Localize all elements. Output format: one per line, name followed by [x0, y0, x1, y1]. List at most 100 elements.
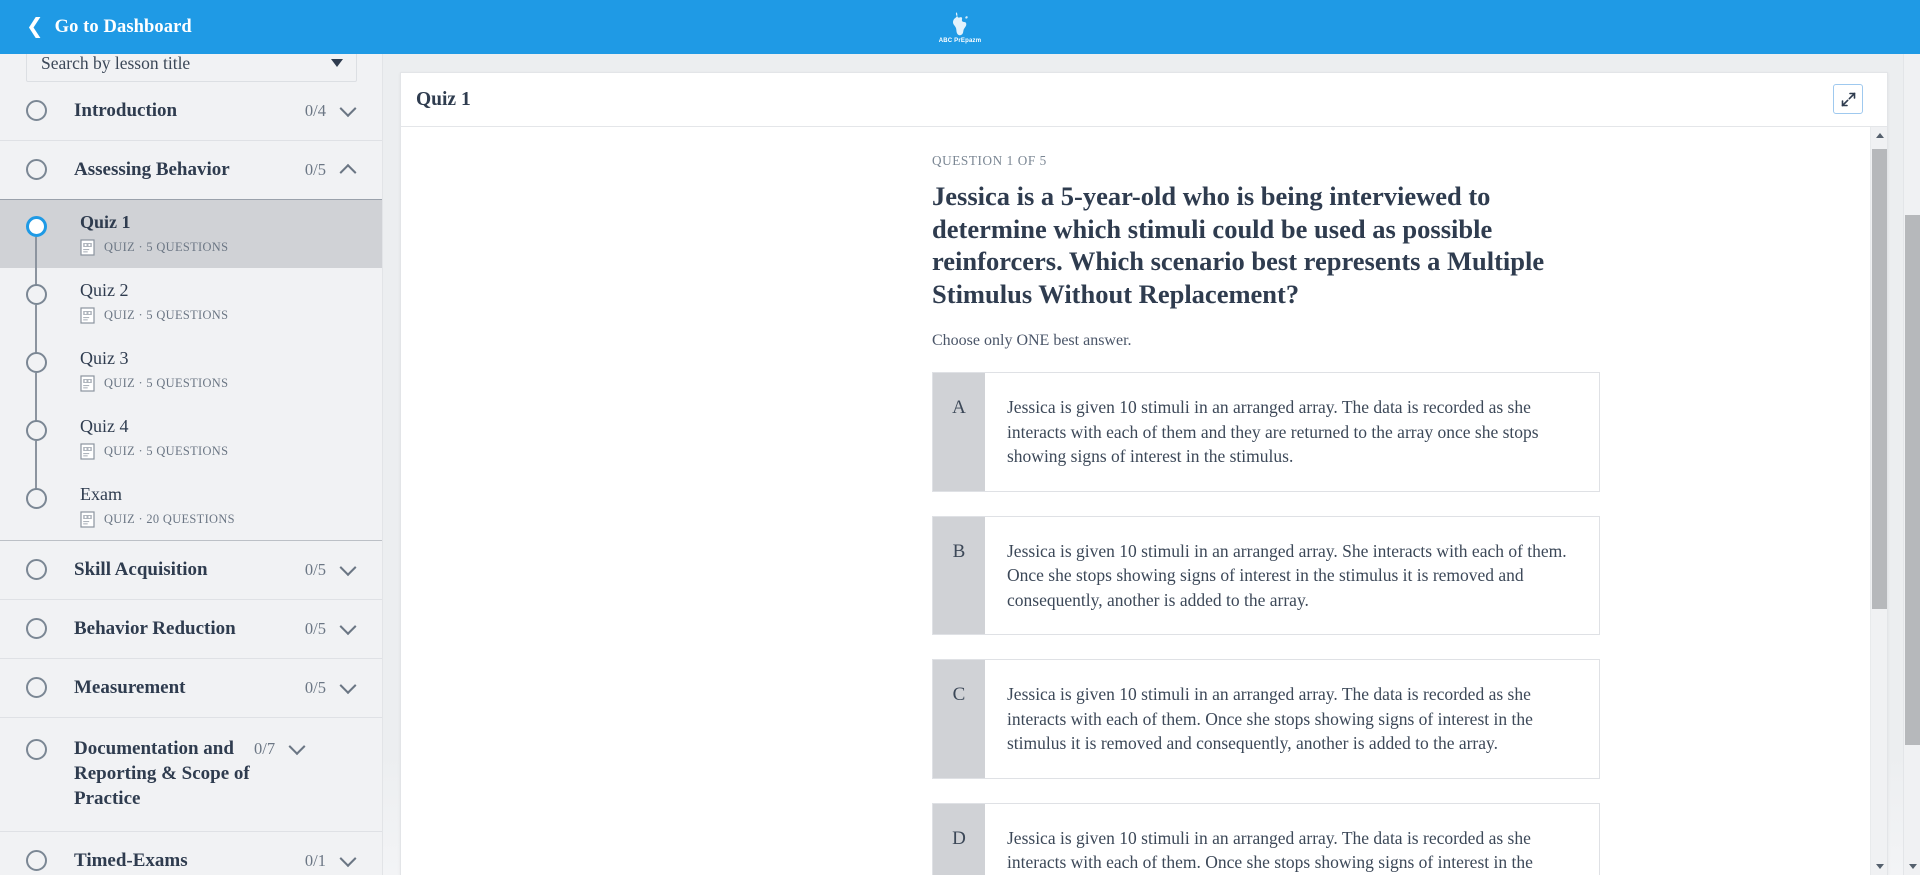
go-to-dashboard-label: Go to Dashboard	[54, 16, 192, 37]
sidebar-section-introduction: Introduction 0/4	[0, 82, 382, 141]
app-header: ❮ Go to Dashboard ABC PrEpazm	[0, 0, 1920, 54]
caret-down-icon[interactable]	[331, 59, 343, 67]
lesson-meta-text: QUIZ · 5 QUESTIONS	[104, 240, 229, 254]
lesson-meta-text: QUIZ · 5 QUESTIONS	[104, 444, 229, 458]
section-header-timed-exams[interactable]: Timed-Exams 0/1	[26, 832, 357, 875]
lesson-status-dot-icon	[26, 284, 47, 305]
answer-option-c[interactable]: C Jessica is given 10 stimuli in an arra…	[932, 659, 1600, 779]
progress-ring-icon	[26, 677, 47, 698]
lesson-title: Exam	[80, 484, 122, 504]
section-progress-count: 0/4	[304, 101, 326, 120]
section-header-introduction[interactable]: Introduction 0/4	[26, 82, 357, 140]
progress-ring-icon	[26, 850, 47, 871]
section-header-documentation[interactable]: Documentation and Reporting & Scope of P…	[26, 718, 357, 831]
lesson-meta-text: QUIZ · 5 QUESTIONS	[104, 376, 229, 390]
quiz-panel: Quiz 1 QUESTION 1 OF 5 Jessica is a 5-ye…	[400, 72, 1888, 875]
sidebar-section-assessing-behavior: Assessing Behavior 0/5 Quiz 1 QUIZ · 5 Q…	[0, 141, 382, 541]
quiz-document-icon	[80, 511, 95, 528]
chevron-down-icon[interactable]	[340, 541, 357, 599]
timeline-connector	[35, 305, 37, 353]
lesson-meta: QUIZ · 5 QUESTIONS	[80, 375, 357, 392]
lesson-meta: QUIZ · 5 QUESTIONS	[80, 239, 357, 256]
scroll-down-arrow-icon[interactable]	[1904, 858, 1920, 875]
course-sidebar: Search by lesson title Introduction 0/4 …	[0, 40, 383, 875]
lesson-item-exam[interactable]: Exam QUIZ · 20 QUESTIONS	[0, 472, 382, 540]
lesson-item-quiz-3[interactable]: Quiz 3 QUIZ · 5 QUESTIONS	[0, 336, 382, 421]
lesson-status-dot-icon	[26, 216, 47, 237]
lesson-item-quiz-1[interactable]: Quiz 1 QUIZ · 5 QUESTIONS	[0, 200, 382, 285]
michigan-mitten-logo	[952, 11, 968, 35]
scroll-down-arrow-icon[interactable]	[1871, 858, 1887, 875]
section-header-behavior-reduction[interactable]: Behavior Reduction 0/5	[26, 600, 357, 658]
timeline-connector	[35, 237, 37, 285]
expand-fullscreen-icon[interactable]	[1833, 84, 1863, 114]
progress-ring-icon	[26, 100, 47, 121]
section-title: Skill Acquisition	[74, 559, 208, 580]
page-title: Quiz 1	[416, 88, 471, 110]
quiz-panel-header: Quiz 1	[401, 73, 1887, 127]
section-title: Timed-Exams	[74, 850, 188, 871]
chevron-down-icon[interactable]	[340, 600, 357, 658]
section-header-measurement[interactable]: Measurement 0/5	[26, 659, 357, 717]
answer-option-d[interactable]: D Jessica is given 10 stimuli in an arra…	[932, 802, 1600, 875]
timeline-connector	[35, 441, 37, 489]
section-progress-count: 0/5	[304, 678, 326, 697]
search-placeholder: Search by lesson title	[41, 52, 191, 73]
answer-option-a[interactable]: A Jessica is given 10 stimuli in an arra…	[932, 372, 1600, 492]
lesson-meta: QUIZ · 20 QUESTIONS	[80, 511, 357, 528]
answer-options-list: A Jessica is given 10 stimuli in an arra…	[932, 372, 1600, 875]
section-progress-count: 0/5	[304, 160, 326, 179]
section-title: Documentation and Reporting & Scope of P…	[74, 738, 250, 809]
chevron-up-icon[interactable]	[340, 141, 357, 199]
lesson-meta-text: QUIZ · 5 QUESTIONS	[104, 308, 229, 322]
question-scrollbar[interactable]	[1870, 127, 1887, 875]
option-letter: C	[933, 660, 985, 778]
question-scroll-region: QUESTION 1 OF 5 Jessica is a 5-year-old …	[401, 127, 1871, 875]
option-text: Jessica is given 10 stimuli in an arrang…	[1007, 827, 1533, 873]
section-title: Introduction	[74, 100, 178, 121]
question-scrollbar-thumb[interactable]	[1872, 149, 1887, 609]
sidebar-scrollbar[interactable]	[1903, 40, 1920, 875]
sidebar-section-documentation: Documentation and Reporting & Scope of P…	[0, 718, 382, 832]
sidebar-scroll-content: Search by lesson title Introduction 0/4 …	[0, 40, 382, 875]
quiz-document-icon	[80, 375, 95, 392]
lesson-status-dot-icon	[26, 488, 47, 509]
option-letter: B	[933, 516, 985, 634]
lesson-title: Quiz 1	[80, 212, 131, 232]
scroll-up-arrow-icon[interactable]	[1871, 127, 1887, 144]
section-title: Measurement	[74, 677, 186, 698]
lesson-meta: QUIZ · 5 QUESTIONS	[80, 307, 357, 324]
lesson-item-quiz-2[interactable]: Quiz 2 QUIZ · 5 QUESTIONS	[0, 268, 382, 353]
lesson-title: Quiz 4	[80, 416, 129, 436]
timeline-connector	[35, 373, 37, 421]
progress-ring-icon	[26, 618, 47, 639]
option-letter: D	[933, 803, 985, 875]
brand-logo: ABC PrEpazm	[0, 0, 1920, 54]
chevron-down-icon[interactable]	[340, 832, 357, 875]
answer-option-b[interactable]: B Jessica is given 10 stimuli in an arra…	[932, 515, 1600, 635]
progress-ring-icon	[26, 159, 47, 180]
option-text: Jessica is given 10 stimuli in an arrang…	[1007, 540, 1567, 610]
progress-ring-icon	[26, 739, 47, 760]
quiz-body: QUESTION 1 OF 5 Jessica is a 5-year-old …	[401, 127, 1887, 875]
option-letter: A	[933, 373, 985, 491]
chevron-down-icon[interactable]	[340, 82, 357, 140]
sidebar-section-skill-acquisition: Skill Acquisition 0/5	[0, 541, 382, 600]
question-counter: QUESTION 1 OF 5	[932, 153, 1047, 168]
chevron-down-icon[interactable]	[289, 736, 306, 761]
section-title: Assessing Behavior	[74, 159, 230, 180]
question-instruction: Choose only ONE best answer.	[932, 332, 1132, 349]
section-header-skill-acquisition[interactable]: Skill Acquisition 0/5	[26, 541, 357, 599]
sidebar-section-measurement: Measurement 0/5	[0, 659, 382, 718]
sidebar-scrollbar-thumb[interactable]	[1905, 215, 1920, 745]
question-text: Jessica is a 5-year-old who is being int…	[932, 181, 1545, 309]
section-header-assessing-behavior[interactable]: Assessing Behavior 0/5	[26, 141, 357, 199]
chevron-down-icon[interactable]	[340, 659, 357, 717]
sidebar-section-behavior-reduction: Behavior Reduction 0/5	[0, 600, 382, 659]
lesson-item-quiz-4[interactable]: Quiz 4 QUIZ · 5 QUESTIONS	[0, 404, 382, 489]
lesson-meta-text: QUIZ · 20 QUESTIONS	[104, 512, 235, 526]
go-to-dashboard-link[interactable]: ❮ Go to Dashboard	[26, 0, 192, 54]
lesson-status-dot-icon	[26, 352, 47, 373]
section-progress-count: 0/5	[304, 619, 326, 638]
section-progress-count: 0/5	[304, 560, 326, 579]
